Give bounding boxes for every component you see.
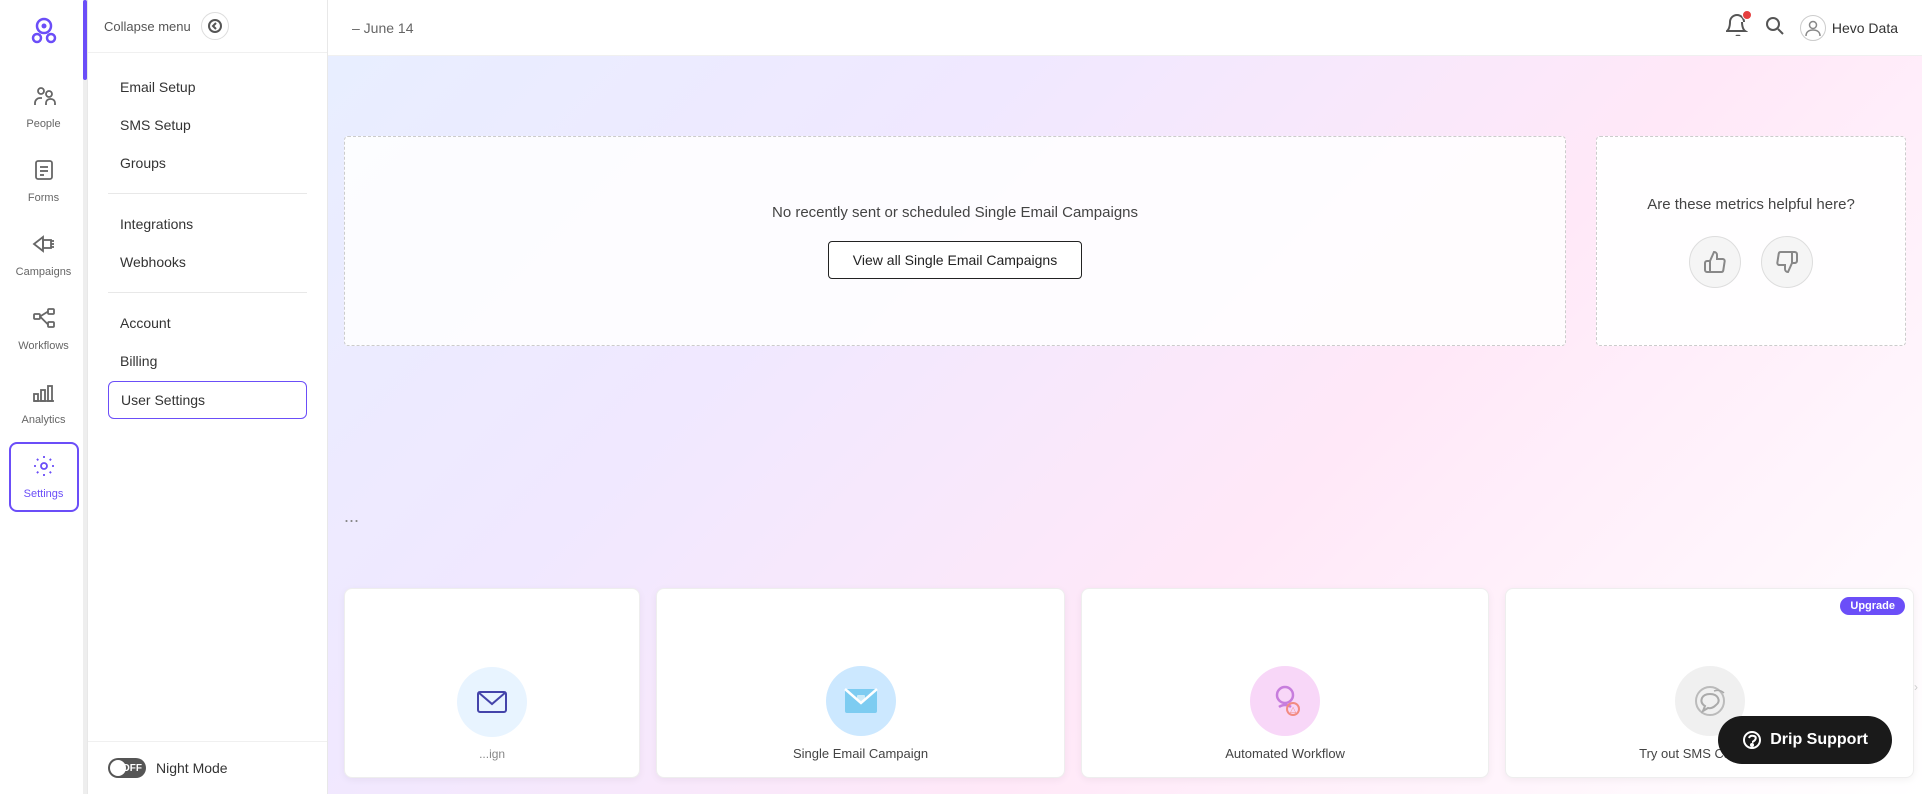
people-label: People bbox=[26, 118, 60, 130]
metrics-card: Are these metrics helpful here? bbox=[1596, 136, 1906, 346]
ellipsis: ... bbox=[344, 506, 359, 527]
thumbs-up-button[interactable] bbox=[1689, 236, 1741, 288]
scroll-right-indicator: › bbox=[1914, 680, 1918, 694]
thumbs-down-button[interactable] bbox=[1761, 236, 1813, 288]
notification-badge bbox=[1742, 10, 1752, 20]
menu-item-sms-setup[interactable]: SMS Setup bbox=[108, 107, 307, 143]
sidebar-item-people[interactable]: People bbox=[9, 72, 79, 142]
content-area: No recently sent or scheduled Single Ema… bbox=[328, 56, 1922, 794]
sidebar-header: Collapse menu bbox=[88, 0, 327, 53]
sidebar-footer: OFF Night Mode bbox=[88, 741, 327, 794]
menu-divider-2 bbox=[108, 292, 307, 293]
sidebar-menu: Email Setup SMS Setup Groups Integration… bbox=[88, 53, 327, 741]
forms-label: Forms bbox=[28, 192, 59, 204]
topbar: – June 14 bbox=[328, 0, 1922, 56]
partial-card-label: ...ign bbox=[479, 747, 505, 761]
menu-item-integrations[interactable]: Integrations bbox=[108, 206, 307, 242]
menu-item-billing[interactable]: Billing bbox=[108, 343, 307, 379]
campaigns-label: Campaigns bbox=[16, 266, 72, 278]
partial-card-icon bbox=[457, 667, 527, 737]
menu-item-webhooks[interactable]: Webhooks bbox=[108, 244, 307, 280]
workflows-icon bbox=[32, 306, 56, 336]
sidebar-item-forms[interactable]: Forms bbox=[9, 146, 79, 216]
collapse-label: Collapse menu bbox=[104, 19, 191, 34]
settings-label: Settings bbox=[24, 488, 64, 500]
automated-workflow-icon: △ bbox=[1250, 666, 1320, 736]
sidebar-item-campaigns[interactable]: Campaigns bbox=[9, 220, 79, 290]
settings-icon bbox=[32, 454, 56, 484]
campaign-empty-text: No recently sent or scheduled Single Ema… bbox=[772, 204, 1138, 221]
campaign-empty-section: No recently sent or scheduled Single Ema… bbox=[344, 136, 1566, 346]
campaign-card-single-email[interactable]: Single Email Campaign bbox=[656, 588, 1065, 778]
analytics-icon bbox=[32, 380, 56, 410]
user-avatar bbox=[1800, 15, 1826, 41]
sidebar-narrow: People Forms Campaigns bbox=[0, 0, 88, 794]
menu-item-email-setup[interactable]: Email Setup bbox=[108, 69, 307, 105]
search-icon-wrapper[interactable] bbox=[1764, 15, 1784, 41]
scrollbar-track[interactable] bbox=[83, 0, 87, 794]
people-icon bbox=[32, 84, 56, 114]
scrollbar-thumb bbox=[83, 0, 87, 80]
user-name: Hevo Data bbox=[1832, 20, 1898, 36]
user-info[interactable]: Hevo Data bbox=[1800, 15, 1898, 41]
menu-item-user-settings[interactable]: User Settings bbox=[108, 381, 307, 419]
menu-divider-1 bbox=[108, 193, 307, 194]
topbar-right: Hevo Data bbox=[1726, 14, 1898, 42]
toggle-off-label: OFF bbox=[122, 763, 142, 774]
campaigns-icon bbox=[32, 232, 56, 262]
view-all-campaigns-button[interactable]: View all Single Email Campaigns bbox=[828, 241, 1082, 279]
sidebar-expanded: Collapse menu Email Setup SMS Setup Grou… bbox=[88, 0, 328, 794]
sidebar-item-analytics[interactable]: Analytics bbox=[9, 368, 79, 438]
drip-support-label: Drip Support bbox=[1770, 731, 1868, 749]
night-mode-label: Night Mode bbox=[156, 760, 228, 776]
date-range: – June 14 bbox=[352, 20, 414, 36]
notification-icon-wrapper[interactable] bbox=[1726, 14, 1748, 42]
single-email-label: Single Email Campaign bbox=[793, 746, 928, 761]
metrics-buttons bbox=[1689, 236, 1813, 288]
campaign-card-partial[interactable]: ...ign bbox=[344, 588, 640, 778]
single-email-icon bbox=[826, 666, 896, 736]
menu-item-account[interactable]: Account bbox=[108, 305, 307, 341]
drip-support-button[interactable]: Drip Support bbox=[1718, 716, 1892, 764]
forms-icon bbox=[32, 158, 56, 188]
collapse-button[interactable] bbox=[201, 12, 229, 40]
upgrade-badge[interactable]: Upgrade bbox=[1840, 597, 1905, 615]
automated-workflow-label: Automated Workflow bbox=[1225, 746, 1345, 761]
main-content: – June 14 bbox=[328, 0, 1922, 794]
workflows-label: Workflows bbox=[18, 340, 69, 352]
campaign-card-automated[interactable]: △ Automated Workflow bbox=[1081, 588, 1490, 778]
campaign-cards: ...ign Single Email Campaign bbox=[328, 594, 1922, 794]
sidebar-item-settings[interactable]: Settings bbox=[9, 442, 79, 512]
menu-item-groups[interactable]: Groups bbox=[108, 145, 307, 181]
metrics-question: Are these metrics helpful here? bbox=[1647, 194, 1855, 217]
night-mode-toggle[interactable]: OFF bbox=[108, 758, 146, 778]
sidebar-item-workflows[interactable]: Workflows bbox=[9, 294, 79, 364]
analytics-label: Analytics bbox=[21, 414, 65, 426]
svg-text:△: △ bbox=[1290, 705, 1297, 714]
app-logo bbox=[22, 10, 66, 54]
